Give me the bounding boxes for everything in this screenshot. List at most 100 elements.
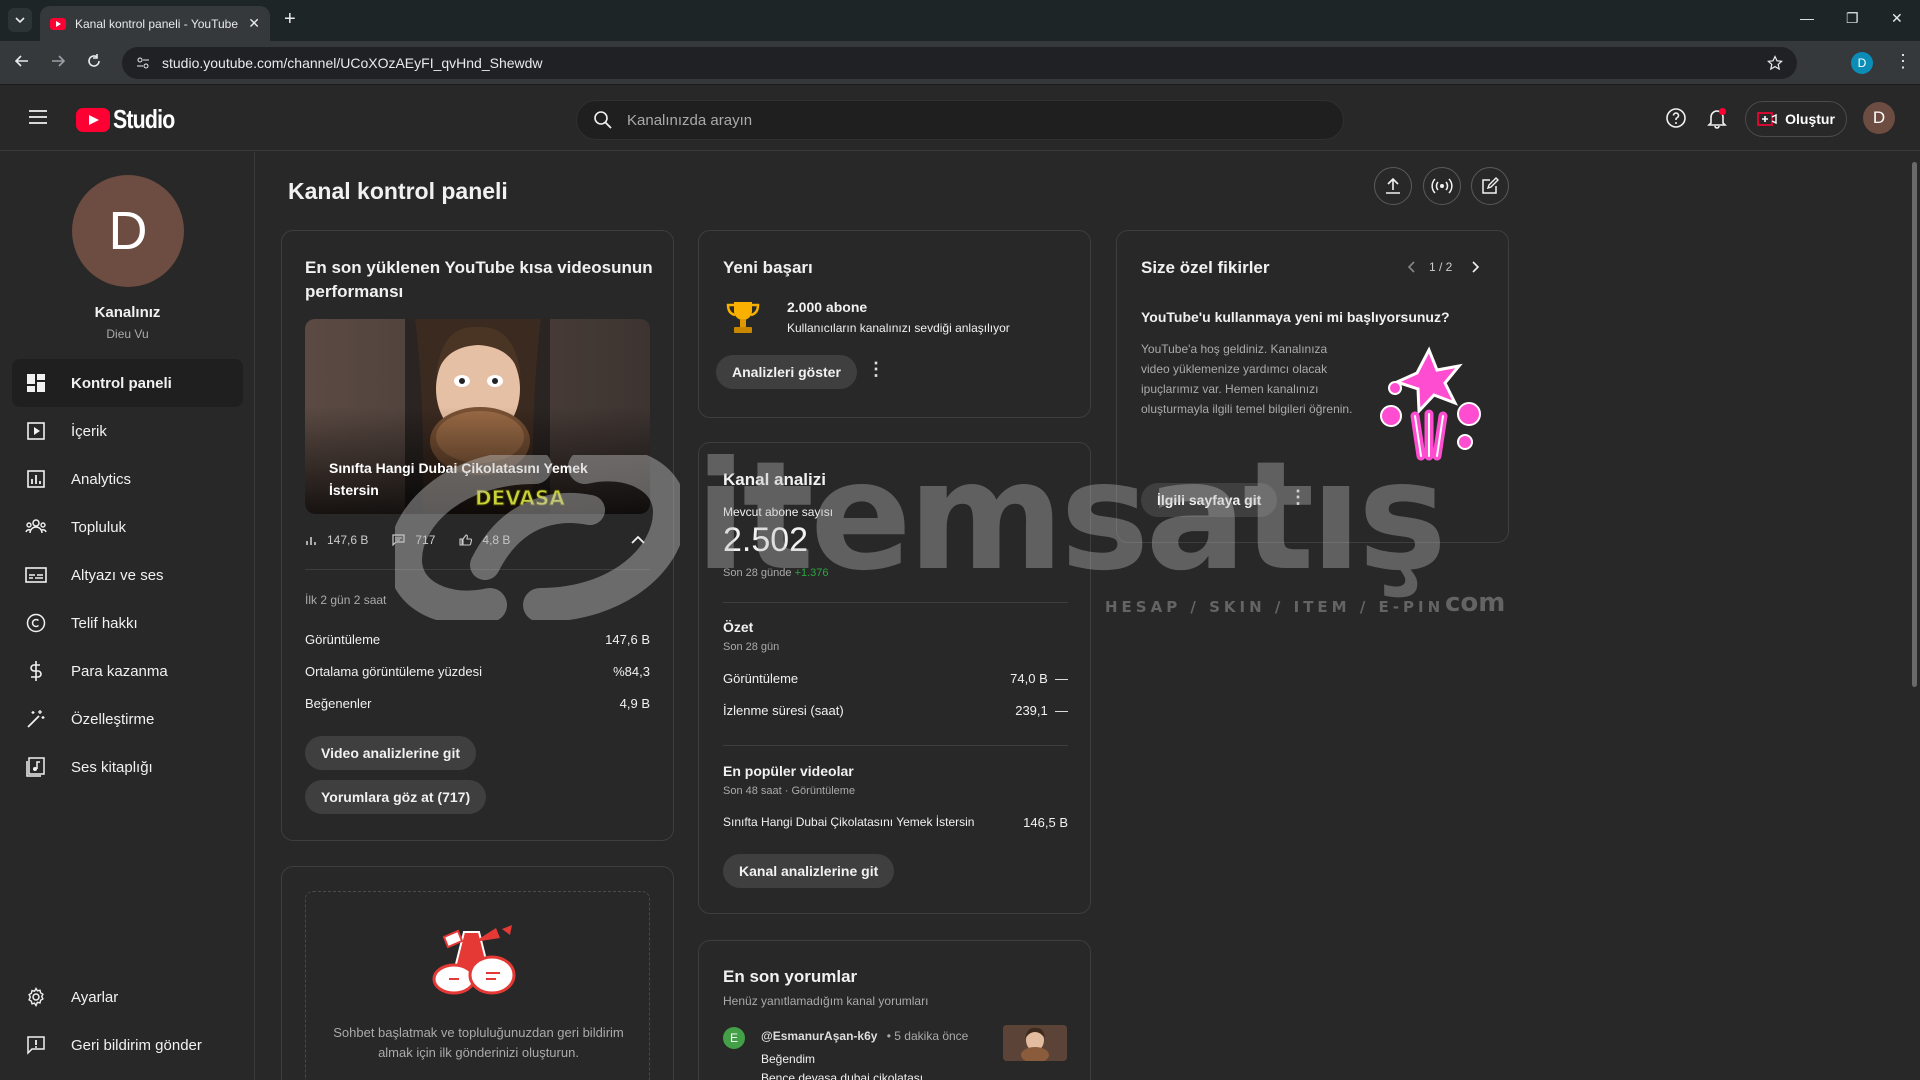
short-caption: Sınıfta Hangi Dubai Çikolatasını Yemek İ… [329, 460, 588, 498]
current-subs-value: 2.502 [723, 521, 809, 559]
sidebar-item-label: Geri bildirim gönder [71, 1036, 202, 1054]
sidebar-item-copyright[interactable]: Telif hakkı [12, 599, 243, 647]
analytics-divider [723, 745, 1068, 746]
summary-value: 239,1 [1015, 703, 1048, 718]
commenter-avatar[interactable]: E [723, 1027, 745, 1049]
channel-name: Dieu Vu [106, 327, 149, 341]
ideas-prev-chevron-icon[interactable] [1407, 261, 1415, 273]
logo-text: Studio [113, 104, 175, 134]
analytics-divider [723, 602, 1068, 603]
sidebar-item-customization[interactable]: Özelleştirme [12, 695, 243, 743]
achievement-title: Yeni başarı [723, 258, 813, 277]
subs-delta-row: Son 28 günde +1.376 [723, 567, 829, 579]
restore-window-button[interactable]: ❐ [1846, 10, 1859, 27]
sidebar-item-content[interactable]: İçerik [12, 407, 243, 455]
browser-profile-avatar[interactable]: D [1851, 52, 1873, 74]
short-divider [305, 569, 650, 570]
summary-period: Son 28 gün [723, 641, 780, 653]
youtube-studio-logo[interactable]: Studio [76, 104, 188, 135]
forward-button[interactable] [50, 53, 66, 69]
metric-value: %84,3 [613, 664, 650, 679]
sidebar-item-label: Analytics [71, 470, 132, 488]
show-analytics-button[interactable]: Analizleri göster [716, 355, 857, 389]
sidebar-item-subtitles[interactable]: Altyazı ve ses [12, 551, 243, 599]
tab-list-button[interactable] [8, 8, 32, 32]
channel-analytics-button[interactable]: Kanal analizlerine git [723, 854, 895, 888]
minimize-window-button[interactable]: — [1800, 10, 1814, 26]
channel-search-box[interactable] [576, 100, 1344, 140]
search-icon [594, 111, 612, 129]
ideas-next-chevron-icon[interactable] [1472, 261, 1480, 273]
community-post-card: Sohbet başlatmak ve topluluğunuzdan geri… [281, 866, 674, 1080]
summary-trend: — [1055, 703, 1068, 718]
reload-button[interactable] [86, 53, 102, 69]
short-views: 147,6 B [327, 533, 369, 547]
sidebar-item-label: Telif hakkı [71, 614, 138, 632]
sidebar-item-analytics[interactable]: Analytics [12, 455, 243, 503]
short-metric-row: Görüntüleme 147,6 B [305, 632, 650, 647]
browser-menu-icon[interactable]: ⋮ [1894, 51, 1912, 72]
comment-video-thumbnail[interactable] [1003, 1025, 1067, 1061]
close-window-button[interactable]: ✕ [1891, 10, 1903, 27]
dashboard-icon [25, 372, 47, 394]
ideas-title: Size özel fikirler [1141, 258, 1270, 277]
hamburger-menu-icon[interactable] [28, 109, 48, 125]
sidebar-item-feedback[interactable]: Geri bildirim gönder [12, 1021, 243, 1069]
latest-short-card: En son yüklenen YouTube kısa videosunun … [281, 230, 674, 841]
comment-time: • 5 dakika önce [886, 1029, 969, 1043]
help-icon[interactable] [1665, 107, 1687, 129]
sidebar-item-community[interactable]: Topluluk [12, 503, 243, 551]
page-title: Kanal kontrol paneli [288, 178, 508, 204]
channel-avatar[interactable]: D [72, 175, 184, 287]
view-comments-button[interactable]: Yorumlara göz at (717) [305, 780, 487, 814]
video-analytics-button[interactable]: Video analizlerine git [305, 736, 477, 770]
browser-address-bar: studio.youtube.com/channel/UCoXOzAEyFI_q… [0, 41, 1920, 85]
bookmark-star-icon[interactable] [1767, 55, 1783, 71]
short-comments: 717 [415, 533, 436, 547]
new-tab-button[interactable]: + [284, 8, 296, 31]
notifications-bell-icon[interactable] [1706, 107, 1728, 129]
upload-video-button[interactable] [1374, 167, 1412, 205]
comment-author[interactable]: @EsmanurAşan-k6y [761, 1029, 877, 1043]
scrollbar-thumb[interactable] [1912, 162, 1917, 687]
channel-analytics-title: Kanal analizi [723, 470, 826, 489]
collapse-chevron-up-icon[interactable] [631, 535, 645, 544]
search-input[interactable] [627, 111, 1227, 129]
sidebar-item-settings[interactable]: Ayarlar [12, 973, 243, 1021]
achievement-more-icon[interactable]: ⋮ [867, 359, 885, 380]
metric-label: Görüntüleme [305, 632, 381, 647]
sidebar-item-label: Kontrol paneli [71, 374, 172, 392]
sidebar-item-monetization[interactable]: Para kazanma [12, 647, 243, 695]
ideas-more-icon[interactable]: ⋮ [1289, 487, 1307, 508]
url-omnibox[interactable]: studio.youtube.com/channel/UCoXOzAEyFI_q… [122, 47, 1797, 79]
create-button-label: Oluştur [1785, 111, 1835, 127]
create-video-icon [1757, 112, 1777, 126]
create-button[interactable]: Oluştur [1745, 101, 1847, 137]
subs-delta-value: +1.376 [794, 567, 829, 579]
sidebar-item-audio-library[interactable]: Ses kitaplığı [12, 743, 243, 791]
go-to-page-button[interactable]: İlgili sayfaya git [1141, 483, 1278, 517]
sidebar-item-label: Özelleştirme [71, 710, 155, 728]
top-video-row[interactable]: Sınıfta Hangi Dubai Çikolatasını Yemek İ… [723, 815, 1068, 830]
short-thumbnail[interactable]: DEVASA Sınıfta Hangi Dubai Çikolatasını … [305, 319, 650, 514]
sidebar: D Kanalınız Dieu Vu Kontrol paneli İçeri… [0, 152, 255, 1080]
site-settings-icon[interactable] [136, 56, 150, 70]
latest-short-title: En son yüklenen YouTube kısa videosunun … [305, 258, 653, 301]
achievement-subtext: Kullanıcıların kanalınızı sevdiği anlaşı… [787, 321, 1010, 335]
sidebar-item-label: İçerik [71, 422, 107, 440]
create-post-button[interactable] [1471, 167, 1509, 205]
sidebar-item-dashboard[interactable]: Kontrol paneli [12, 359, 243, 407]
summary-title: Özet [723, 619, 754, 635]
channel-analytics-card: Kanal analizi Mevcut abone sayısı 2.502 … [698, 442, 1091, 914]
go-live-button[interactable] [1423, 167, 1461, 205]
back-button[interactable] [14, 53, 30, 69]
community-post-dropzone[interactable]: Sohbet başlatmak ve topluluğunuzdan geri… [305, 891, 650, 1080]
sidebar-item-label: Altyazı ve ses [71, 566, 164, 584]
account-avatar[interactable]: D [1863, 102, 1895, 134]
sidebar-item-label: Topluluk [71, 518, 127, 536]
dollar-icon [25, 660, 47, 682]
close-tab-icon[interactable]: ✕ [248, 15, 260, 32]
page-scrollbar[interactable] [1909, 152, 1920, 1080]
browser-tab-active[interactable]: Kanal kontrol paneli - YouTube ✕ [40, 6, 270, 41]
ideas-card: Size özel fikirler 1 / 2 YouTube'u kulla… [1116, 230, 1509, 543]
